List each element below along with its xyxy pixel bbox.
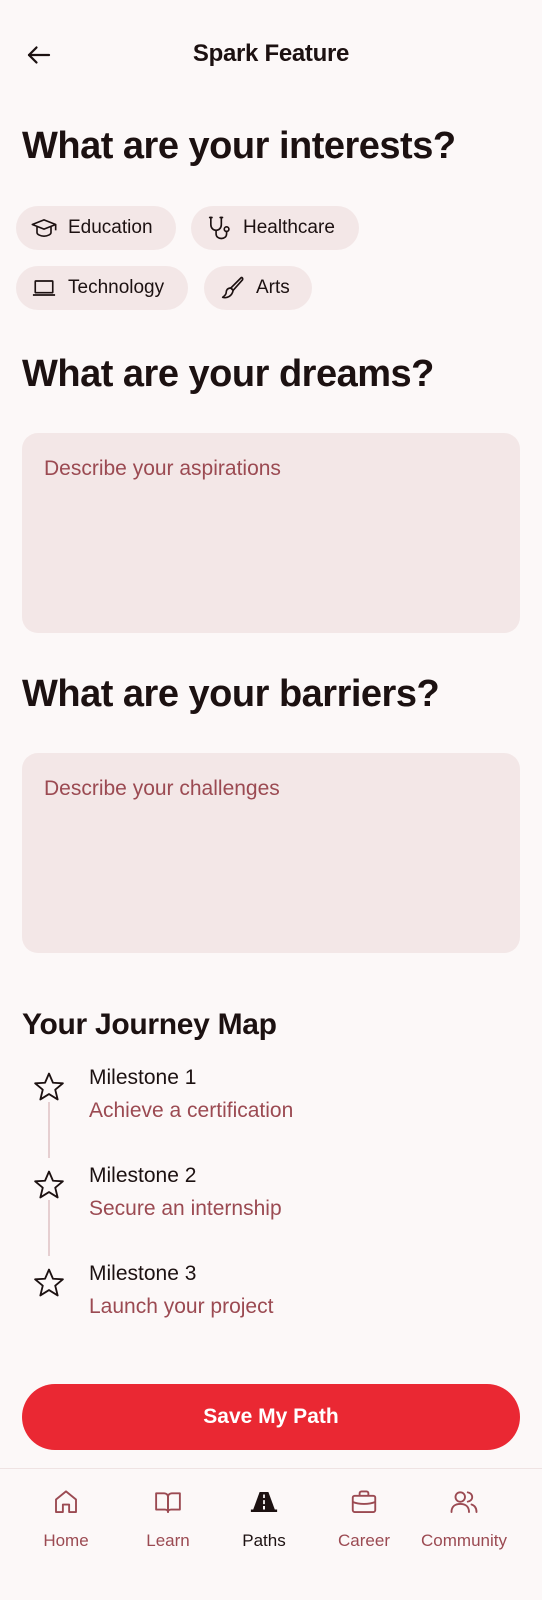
- star-icon: [34, 1170, 64, 1199]
- stethoscope-icon: [208, 216, 230, 240]
- save-my-path-button[interactable]: Save My Path: [22, 1384, 520, 1450]
- chip-label: Healthcare: [243, 217, 335, 238]
- arrow-left-icon: [27, 46, 51, 64]
- milestone-connector: [48, 1200, 50, 1256]
- home-icon: [55, 1490, 77, 1513]
- milestone-title: Milestone 1: [89, 1066, 197, 1089]
- milestone-item: Milestone 3 Launch your project: [32, 1262, 512, 1352]
- barriers-heading: What are your barriers?: [22, 673, 440, 715]
- dreams-input[interactable]: [22, 433, 520, 633]
- laptop-icon: [32, 280, 56, 296]
- users-icon: [450, 1491, 478, 1513]
- book-icon: [155, 1492, 181, 1513]
- chip-technology[interactable]: Technology: [16, 266, 188, 310]
- nav-item-home[interactable]: Home: [16, 1487, 116, 1567]
- milestone-description: Launch your project: [89, 1295, 274, 1318]
- nav-item-community[interactable]: Community: [414, 1487, 514, 1567]
- milestone-item: Milestone 1 Achieve a certification: [32, 1066, 512, 1156]
- milestone-title: Milestone 2: [89, 1164, 197, 1187]
- chip-education[interactable]: Education: [16, 206, 176, 250]
- graduation-cap-icon: [31, 219, 57, 237]
- nav-label: Paths: [242, 1531, 286, 1550]
- nav-label: Community: [421, 1531, 507, 1550]
- road-icon: [250, 1492, 278, 1512]
- bottom-navigation: Home Learn Paths Career Community: [0, 1468, 542, 1600]
- interests-heading: What are your interests?: [22, 125, 456, 167]
- page-title: Spark Feature: [192, 40, 350, 67]
- nav-item-career[interactable]: Career: [314, 1487, 414, 1567]
- barriers-input[interactable]: [22, 753, 520, 953]
- journey-map-heading: Your Journey Map: [22, 1008, 277, 1041]
- back-button[interactable]: [22, 38, 56, 72]
- paintbrush-icon: [221, 276, 244, 299]
- nav-label: Career: [338, 1531, 390, 1550]
- chip-arts[interactable]: Arts: [204, 266, 312, 310]
- nav-item-learn[interactable]: Learn: [118, 1487, 218, 1567]
- chip-label: Technology: [68, 277, 165, 298]
- chip-label: Education: [68, 217, 153, 238]
- milestone-connector: [48, 1102, 50, 1158]
- dreams-heading: What are your dreams?: [22, 353, 434, 395]
- nav-label: Home: [43, 1531, 89, 1550]
- chip-label: Arts: [256, 277, 290, 298]
- milestone-description: Achieve a certification: [89, 1099, 294, 1122]
- nav-item-paths[interactable]: Paths: [214, 1487, 314, 1567]
- nav-label: Learn: [146, 1531, 190, 1550]
- star-icon: [34, 1072, 64, 1101]
- milestone-item: Milestone 2 Secure an internship: [32, 1164, 512, 1254]
- milestone-title: Milestone 3: [89, 1262, 197, 1285]
- milestone-description: Secure an internship: [89, 1197, 282, 1220]
- star-icon: [34, 1268, 64, 1297]
- chip-healthcare[interactable]: Healthcare: [191, 206, 359, 250]
- briefcase-icon: [351, 1490, 377, 1513]
- top-app-bar: Spark Feature: [0, 24, 542, 84]
